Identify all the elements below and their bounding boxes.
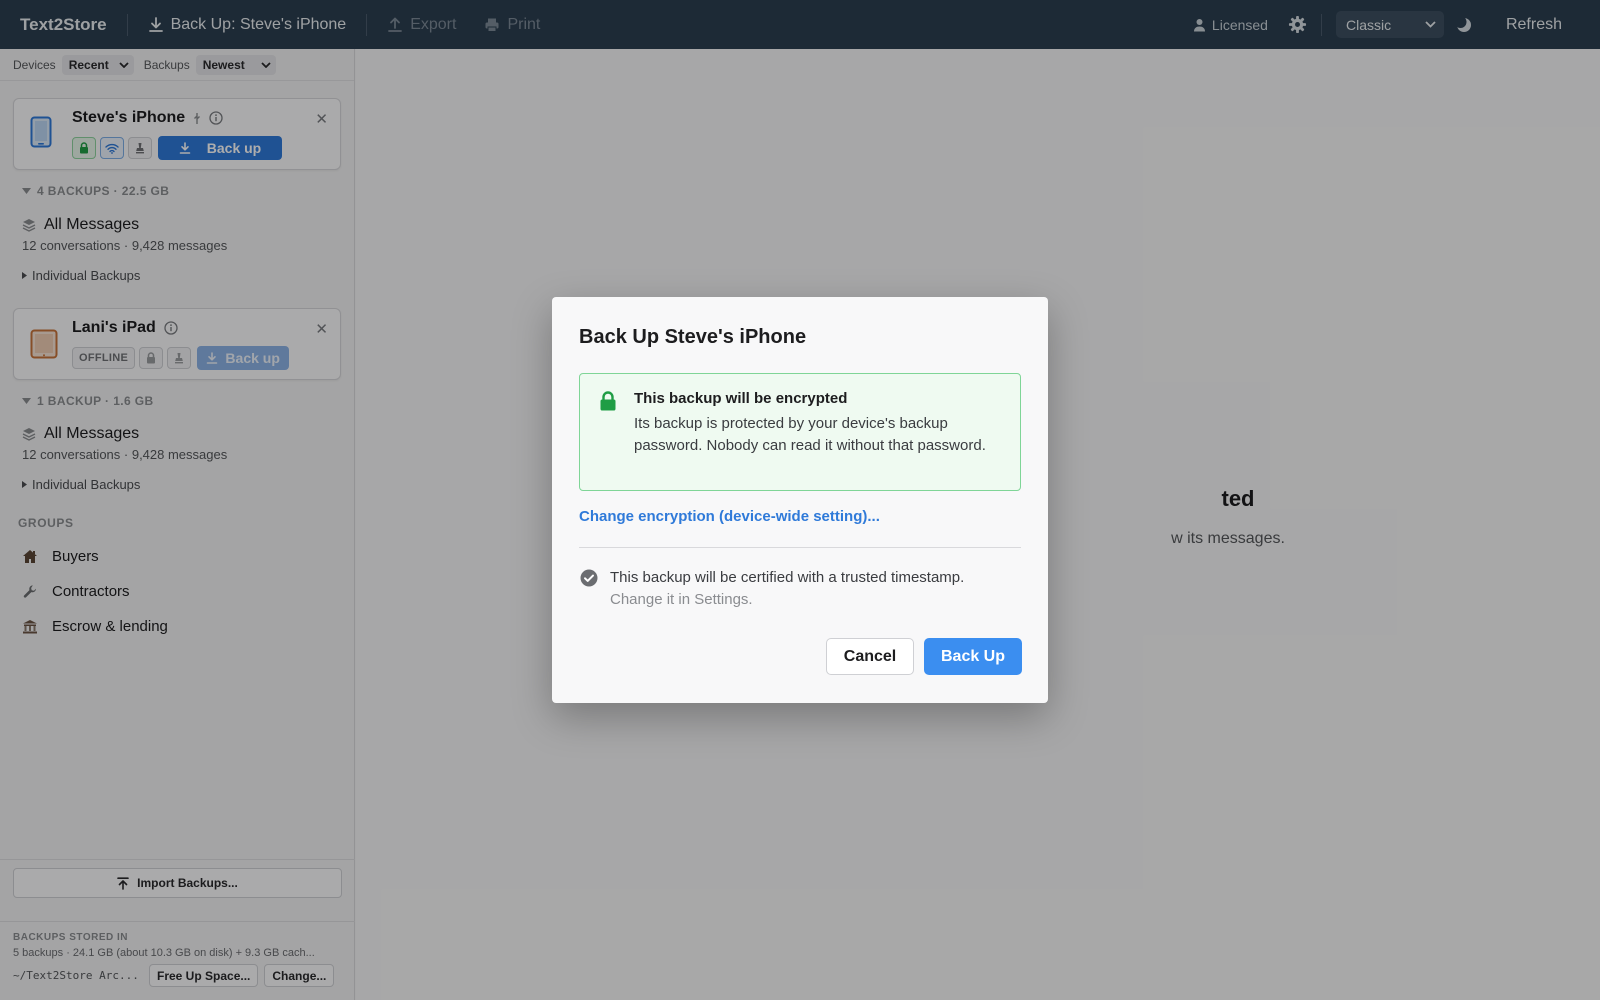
check-circle-icon (580, 569, 598, 587)
certification-note: This backup will be certified with a tru… (610, 567, 964, 611)
encryption-body: Its backup is protected by your device's… (634, 415, 986, 454)
dialog-divider (579, 547, 1021, 548)
confirm-backup-button[interactable]: Back Up (924, 638, 1022, 675)
backup-dialog: Back Up Steve's iPhone This backup will … (552, 297, 1048, 703)
cancel-button[interactable]: Cancel (826, 638, 914, 675)
lock-icon (600, 391, 616, 411)
change-encryption-link[interactable]: Change encryption (device-wide setting).… (579, 508, 880, 525)
encryption-notice: This backup will be encrypted Its backup… (579, 373, 1021, 491)
certification-text: This backup will be certified with a tru… (610, 569, 965, 586)
encryption-heading: This backup will be encrypted (634, 390, 848, 407)
certification-settings-hint: Change it in Settings. (610, 591, 753, 608)
dialog-title: Back Up Steve's iPhone (579, 326, 807, 348)
